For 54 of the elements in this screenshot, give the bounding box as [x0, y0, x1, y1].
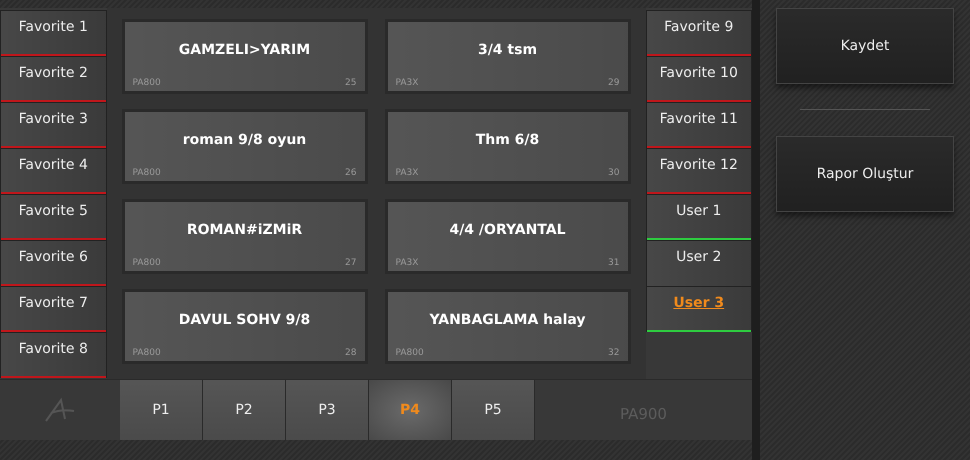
pad-title: roman 9/8 oyun	[182, 132, 308, 148]
page-tab[interactable]: P5	[452, 380, 535, 440]
tab[interactable]: User 2	[646, 240, 752, 286]
tab[interactable]: User 1	[646, 194, 752, 240]
tab[interactable]: Favorite 9	[646, 10, 752, 56]
tab[interactable]: Favorite 8	[0, 332, 106, 378]
style-pad[interactable]: 3/4 tsm PA3X 29	[384, 19, 630, 94]
tab[interactable]: Favorite 1	[0, 10, 106, 56]
logo-icon	[43, 397, 77, 424]
action-button[interactable]: Rapor Oluştur	[776, 136, 954, 212]
pad-title: ROMAN#iZMiR	[186, 222, 304, 238]
tab[interactable]: Favorite 10	[646, 56, 752, 102]
pad-title: 4/4 /ORYANTAL	[448, 222, 567, 238]
action-button[interactable]: Kaydet	[776, 8, 954, 84]
style-pad[interactable]: GAMZELI>YARIM PA800 25	[122, 19, 368, 94]
pad-number: 31	[608, 258, 620, 268]
pad-source: PA800	[132, 78, 161, 88]
style-pad[interactable]: YANBAGLAMA halay PA800 32	[384, 289, 630, 364]
tab[interactable]: Favorite 3	[0, 102, 106, 148]
style-pad[interactable]: DAVUL SOHV 9/8 PA800 28	[122, 289, 368, 364]
pad-number: 25	[345, 78, 356, 88]
pad-title: DAVUL SOHV 9/8	[178, 312, 312, 328]
tab[interactable]: Favorite 4	[0, 148, 106, 194]
style-pad[interactable]: Thm 6/8 PA3X 30	[384, 109, 630, 184]
pad-source: PA800	[132, 258, 161, 268]
pad-title: 3/4 tsm	[476, 42, 538, 58]
style-pad[interactable]: ROMAN#iZMiR PA800 27	[122, 199, 368, 274]
pad-number: 29	[608, 78, 620, 88]
page-tab[interactable]: P1	[120, 380, 203, 440]
tab[interactable]: Favorite 5	[0, 194, 106, 240]
pad-number: 32	[608, 348, 620, 358]
page-tab[interactable]: P2	[203, 380, 286, 440]
pad-number: 26	[345, 168, 356, 178]
pad-source: PA3X	[396, 78, 418, 88]
tab[interactable]: Favorite 2	[0, 56, 106, 102]
pad-number: 30	[608, 168, 620, 178]
tab[interactable]: Favorite 7	[0, 286, 106, 332]
tab[interactable]: Favorite 11	[646, 102, 752, 148]
style-pad[interactable]: roman 9/8 oyun PA800 26	[122, 109, 368, 184]
pad-number: 28	[345, 348, 356, 358]
pad-title: GAMZELI>YARIM	[178, 42, 312, 58]
pad-number: 27	[345, 258, 356, 268]
pad-title: YANBAGLAMA halay	[428, 312, 587, 328]
pad-source: PA800	[396, 348, 424, 358]
style-pad[interactable]: 4/4 /ORYANTAL PA3X 31	[384, 199, 630, 274]
pad-source: PA3X	[396, 168, 418, 178]
pad-title: Thm 6/8	[474, 132, 540, 148]
tab[interactable]: Favorite 12	[646, 148, 752, 194]
pad-source: PA3X	[396, 258, 418, 268]
tab[interactable]: Favorite 6	[0, 240, 106, 286]
tab[interactable]: User 3	[646, 286, 752, 332]
page-tab[interactable]: P3	[286, 380, 369, 440]
pad-source: PA800	[132, 168, 161, 178]
pad-source: PA800	[132, 348, 161, 358]
